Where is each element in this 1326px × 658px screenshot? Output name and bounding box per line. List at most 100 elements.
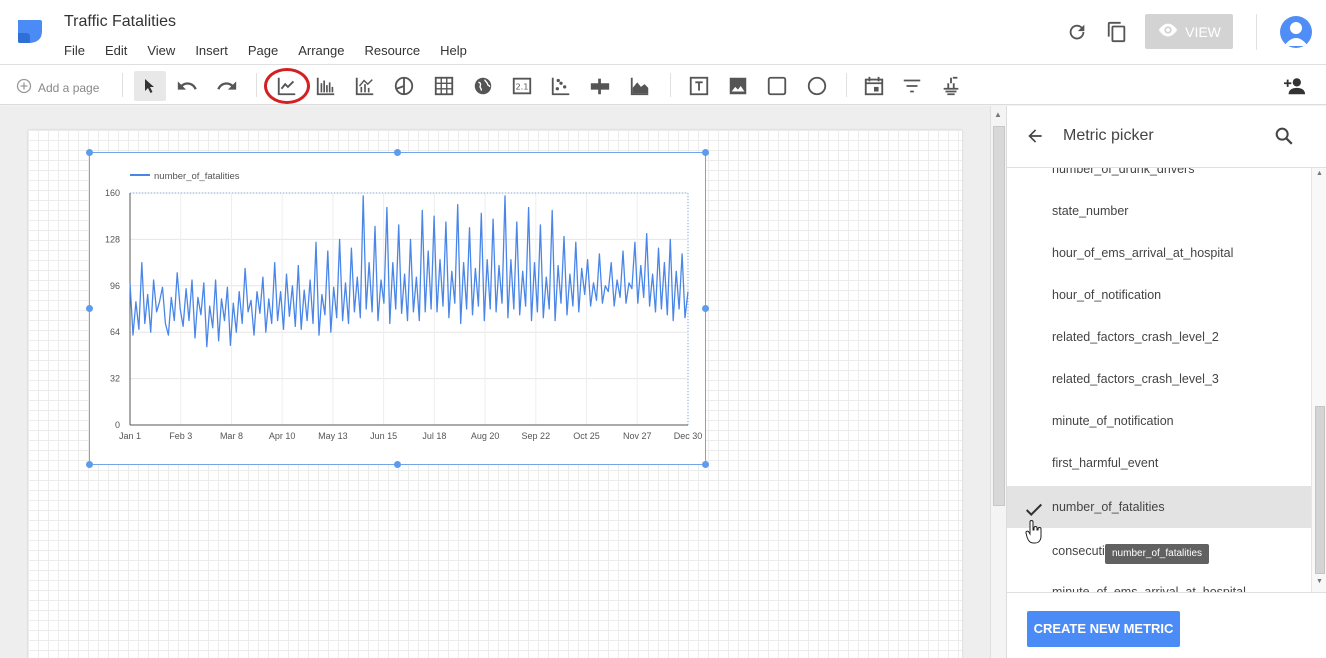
menu-help[interactable]: Help [440, 43, 467, 61]
x-tick-label: Apr 10 [269, 431, 296, 441]
metric-list-scroll-thumb[interactable] [1315, 406, 1325, 574]
metric-item[interactable]: state_number [1007, 190, 1311, 232]
area-chart-icon[interactable] [629, 75, 651, 97]
resize-handle-tr[interactable] [702, 149, 709, 156]
x-tick-label: Aug 20 [471, 431, 500, 441]
metric-item[interactable]: related_factors_crash_level_2 [1007, 316, 1311, 358]
x-tick-label: Jul 18 [422, 431, 446, 441]
geo-map-icon[interactable] [472, 75, 494, 97]
x-tick-label: Jan 1 [119, 431, 141, 441]
y-tick-label: 32 [110, 374, 120, 384]
combo-chart-icon[interactable] [354, 75, 376, 97]
back-arrow-icon[interactable] [1025, 126, 1045, 151]
date-range-icon[interactable] [863, 75, 885, 97]
y-tick-label: 0 [115, 420, 120, 430]
select-tool-button[interactable] [134, 71, 166, 101]
resize-handle-tl[interactable] [86, 149, 93, 156]
menu-arrange[interactable]: Arrange [298, 43, 344, 61]
metric-item-label: number_of_fatalities [1052, 500, 1165, 514]
metric-item-selected[interactable]: number_of_fatalities [1007, 486, 1311, 528]
data-control-icon[interactable] [940, 75, 962, 97]
metric-picker-panel: Metric picker number_of_drunk_drivers st… [1006, 106, 1326, 658]
series-line-number_of_fatalities [129, 195, 689, 348]
scorecard-icon[interactable]: 2.1 [511, 75, 533, 97]
header-divider [1256, 14, 1257, 50]
chart-svg: 160 128 96 64 32 0Jan 1 Feb 3 Mar 8 Apr 10 May 13… [105, 171, 703, 441]
app-header: Traffic Fatalities File Edit View Insert… [0, 0, 1326, 65]
list-scroll-up-arrow[interactable]: ▲ [1316, 170, 1323, 177]
toolbar: Add a page 2.1 [0, 65, 1326, 105]
x-tick-label: Jun 15 [370, 431, 397, 441]
undo-icon[interactable] [176, 75, 198, 97]
user-avatar[interactable] [1280, 16, 1312, 48]
data-studio-logo[interactable] [16, 17, 44, 45]
menu-bar: File Edit View Insert Page Arrange Resou… [64, 43, 487, 61]
copy-icon[interactable] [1106, 21, 1128, 43]
image-icon[interactable] [727, 75, 749, 97]
resize-handle-bc[interactable] [394, 461, 401, 468]
create-new-metric-button[interactable]: CREATE NEW METRIC [1027, 611, 1180, 647]
x-tick-label: Sep 22 [522, 431, 551, 441]
metric-item[interactable]: hour_of_ems_arrival_at_hospital [1007, 232, 1311, 274]
add-page-button[interactable]: Add a page [16, 78, 99, 97]
menu-resource[interactable]: Resource [364, 43, 420, 61]
list-scroll-down-arrow[interactable]: ▼ [1316, 578, 1323, 585]
toolbar-divider [670, 73, 671, 97]
time-series-chart[interactable]: 160 128 96 64 32 0 Jan 1 Feb 3 Mar 8 Apr 10 May 13… [89, 152, 706, 465]
metric-item[interactable]: minute_of_ems_arrival_at_hospital [1007, 571, 1311, 592]
highlight-circle [264, 68, 310, 104]
menu-file[interactable]: File [64, 43, 85, 61]
metric-list-scrollbar[interactable]: ▲ ▼ [1311, 168, 1326, 592]
x-tick-label: Dec 30 [674, 431, 703, 441]
view-label: VIEW [1185, 23, 1221, 40]
metric-item[interactable]: hour_of_notification [1007, 274, 1311, 316]
x-tick-label: Mar 8 [220, 431, 243, 441]
metric-item[interactable]: first_harmful_event [1007, 442, 1311, 484]
resize-handle-br[interactable] [702, 461, 709, 468]
metric-item[interactable]: minute_of_notification [1007, 400, 1311, 442]
view-button[interactable]: VIEW [1145, 14, 1233, 49]
share-add-person-icon[interactable] [1283, 75, 1306, 97]
metric-item[interactable]: number_of_drunk_drivers [1007, 168, 1311, 190]
panel-footer: CREATE NEW METRIC [1007, 592, 1326, 658]
x-tick-label: Oct 25 [573, 431, 600, 441]
metric-list: number_of_drunk_drivers state_number hou… [1007, 168, 1311, 592]
circle-icon[interactable] [806, 75, 828, 97]
x-tick-label: May 13 [318, 431, 348, 441]
scroll-up-arrow[interactable]: ▲ [994, 110, 1002, 119]
canvas-scrollbar[interactable]: ▲ [990, 106, 1006, 658]
add-circle-icon [16, 78, 32, 97]
resize-handle-tc[interactable] [394, 149, 401, 156]
report-title[interactable]: Traffic Fatalities [64, 13, 176, 31]
add-page-label: Add a page [38, 80, 100, 95]
y-tick-label: 96 [110, 281, 120, 291]
resize-handle-mr[interactable] [702, 305, 709, 312]
menu-edit[interactable]: Edit [105, 43, 127, 61]
scatter-chart-icon[interactable] [550, 75, 572, 97]
eye-icon [1157, 22, 1179, 41]
bar-chart-icon[interactable] [315, 75, 337, 97]
resize-handle-bl[interactable] [86, 461, 93, 468]
metric-item[interactable]: related_factors_crash_level_3 [1007, 358, 1311, 400]
rectangle-icon[interactable] [766, 75, 788, 97]
metric-tooltip: number_of_fatalities [1105, 544, 1210, 564]
menu-insert[interactable]: Insert [195, 43, 228, 61]
y-tick-label: 128 [105, 234, 120, 244]
resize-handle-ml[interactable] [86, 305, 93, 312]
menu-page[interactable]: Page [248, 43, 278, 61]
toolbar-divider [122, 73, 123, 97]
canvas-scroll-thumb[interactable] [993, 126, 1005, 506]
y-tick-label: 160 [105, 188, 120, 198]
toolbar-divider [846, 73, 847, 97]
redo-icon[interactable] [216, 75, 238, 97]
text-box-icon[interactable] [688, 75, 710, 97]
pie-chart-icon[interactable] [393, 75, 415, 97]
hand-cursor-icon [1025, 520, 1043, 549]
refresh-icon[interactable] [1066, 21, 1088, 43]
filter-control-icon[interactable] [901, 75, 923, 97]
search-icon[interactable] [1273, 125, 1295, 152]
panel-title: Metric picker [1063, 127, 1154, 144]
menu-view[interactable]: View [147, 43, 175, 61]
bullet-chart-icon[interactable] [589, 75, 611, 97]
table-icon[interactable] [433, 75, 455, 97]
